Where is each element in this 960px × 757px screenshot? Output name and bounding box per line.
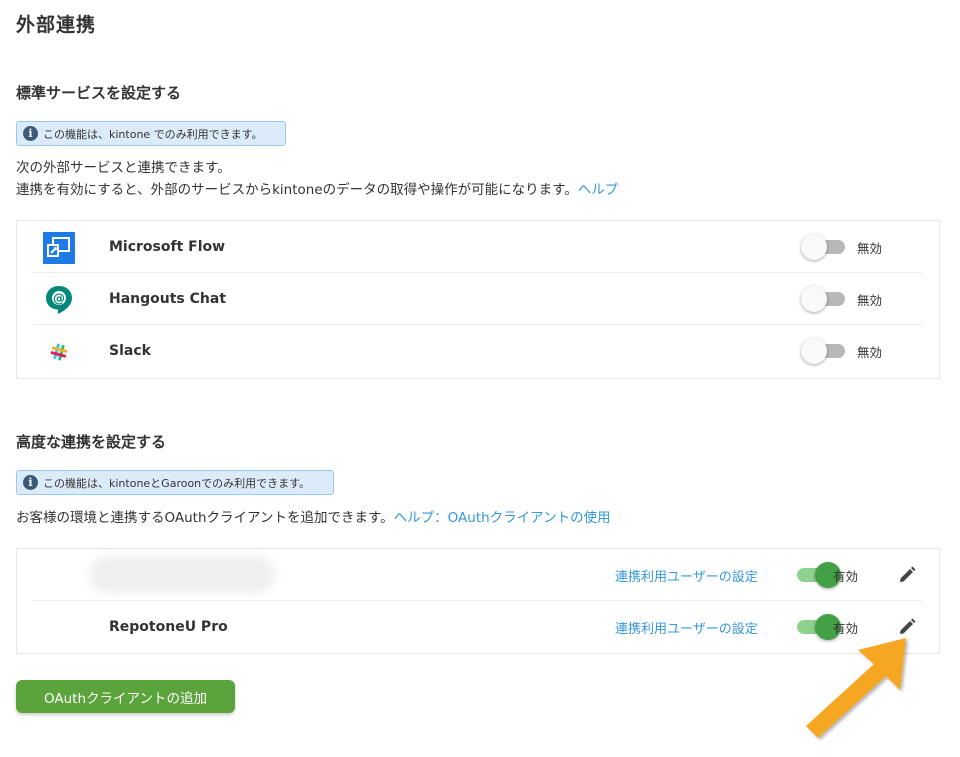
service-name: Slack [109, 343, 151, 359]
microsoft-flow-toggle[interactable] [801, 234, 849, 260]
advanced-description-text: お客様の環境と連携するOAuthクライアントを追加できます。 [16, 510, 394, 526]
oauth-client-status: 有効 [833, 569, 859, 584]
toggle-knob [801, 338, 827, 364]
user-settings-link[interactable]: 連携利用ユーザーの設定 [615, 566, 758, 585]
toggle-knob [801, 234, 827, 260]
add-oauth-client-button[interactable]: OAuthクライアントの追加 [16, 680, 235, 713]
oauth-help-link[interactable]: ヘルプ：OAuthクライアントの使用 [394, 510, 611, 526]
hangouts-chat-icon: @ [43, 284, 75, 316]
slack-status: 無効 [857, 345, 883, 360]
standard-description: 次の外部サービスと連携できます。 連携を有効にすると、外部のサービスからkint… [16, 157, 618, 201]
service-row-hangouts-chat: @ Hangouts Chat 無効 [33, 273, 923, 325]
slack-toggle[interactable] [801, 338, 849, 364]
oauth-client-name: RepotoneU Pro [109, 619, 228, 635]
pencil-icon[interactable] [897, 565, 917, 585]
microsoft-flow-status: 無効 [857, 241, 883, 256]
user-settings-link[interactable]: 連携利用ユーザーの設定 [615, 618, 758, 637]
advanced-notice: i この機能は、kintoneとGaroonでのみ利用できます。 [16, 470, 334, 495]
standard-notice: i この機能は、kintone でのみ利用できます。 [16, 121, 286, 146]
toggle-knob [801, 286, 827, 312]
standard-description-line1: 次の外部サービスと連携できます。 [16, 160, 231, 176]
service-row-microsoft-flow: Microsoft Flow 無効 [33, 221, 923, 273]
annotation-arrow-icon [806, 638, 906, 738]
info-icon: i [23, 475, 38, 490]
standard-notice-text: この機能は、kintone でのみ利用できます。 [43, 127, 263, 141]
advanced-integration-heading: 高度な連携を設定する [16, 433, 167, 451]
page-title: 外部連携 [16, 14, 97, 36]
external-integration-page: 外部連携 標準サービスを設定する i この機能は、kintone でのみ利用でき… [0, 0, 960, 757]
svg-text:@: @ [53, 292, 65, 306]
hangouts-chat-toggle[interactable] [801, 286, 849, 312]
standard-help-link[interactable]: ヘルプ [578, 182, 619, 198]
standard-description-line2: 連携を有効にすると、外部のサービスからkintoneのデータの取得や操作が可能に… [16, 179, 618, 201]
service-name: Microsoft Flow [109, 239, 226, 255]
redacted-client-name [89, 557, 275, 593]
service-name: Hangouts Chat [109, 291, 227, 307]
advanced-description: お客様の環境と連携するOAuthクライアントを追加できます。ヘルプ：OAuthク… [16, 507, 611, 529]
microsoft-flow-icon [43, 232, 75, 264]
service-row-slack: Slack 無効 [33, 325, 923, 377]
slack-icon [43, 336, 75, 368]
oauth-client-row: RepotoneU Pro 連携利用ユーザーの設定 有効 [33, 601, 923, 653]
hangouts-chat-status: 無効 [857, 293, 883, 308]
oauth-client-row: 連携利用ユーザーの設定 有効 [33, 549, 923, 601]
standard-description-text: 連携を有効にすると、外部のサービスからkintoneのデータの取得や操作が可能に… [16, 182, 578, 198]
advanced-notice-text: この機能は、kintoneとGaroonでのみ利用できます。 [43, 476, 311, 490]
standard-services-card: Microsoft Flow 無効 @ Hangouts Chat 無効 Sla… [16, 220, 940, 379]
info-icon: i [23, 126, 38, 141]
standard-services-heading: 標準サービスを設定する [16, 84, 182, 102]
